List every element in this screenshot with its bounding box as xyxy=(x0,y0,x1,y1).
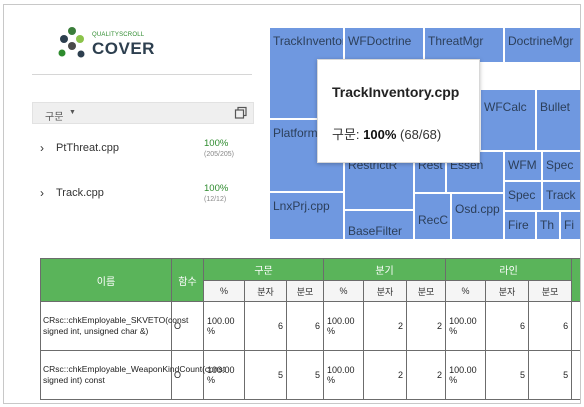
treemap-cell[interactable]: Track xyxy=(542,181,580,211)
column-header-overflow xyxy=(571,258,580,302)
coverage-table: 이름 함수 구문 분기 라인 % 분자 분모 % 분자 분모 % 분자 분모 C… xyxy=(40,258,580,400)
cell-line-numerator: 6 xyxy=(485,301,530,351)
treemap-cell[interactable]: Spec xyxy=(542,151,580,181)
file-coverage-count: (205/205) xyxy=(204,151,234,158)
sort-dropdown[interactable]: 구문 ▼ xyxy=(32,102,254,124)
cell-line-percent: 100.00 % xyxy=(445,301,487,351)
caret-down-icon: ▼ xyxy=(69,109,76,116)
chevron-right-icon[interactable]: › xyxy=(40,141,44,155)
chevron-right-icon[interactable]: › xyxy=(40,186,44,200)
cell-line-numerator: 5 xyxy=(485,350,530,400)
cell-branch-percent: 100.00 % xyxy=(323,301,365,351)
treemap-cell[interactable]: BaseFilter xyxy=(344,210,414,240)
coverage-report-panel: QUALITYSCROLL COVER 구문 ▼ › PtThreat.cpp … xyxy=(3,4,581,404)
treemap-cell[interactable]: Th xyxy=(536,211,560,240)
cell-line-denominator: 6 xyxy=(528,301,573,351)
subheader-statement-denominator[interactable]: 분모 xyxy=(285,280,325,302)
sort-dropdown-label: 구문 xyxy=(45,112,64,123)
subheader-branch-denominator[interactable]: 분모 xyxy=(406,280,447,302)
cell-overflow xyxy=(571,301,580,351)
treemap-cell[interactable]: LnxPrj.cpp xyxy=(269,192,344,240)
column-group-line: 라인 xyxy=(445,258,573,281)
tooltip-percent: 100% xyxy=(363,127,397,142)
subheader-branch-numerator[interactable]: 분자 xyxy=(363,280,408,302)
treemap-cell[interactable]: RecC xyxy=(414,193,451,240)
tooltip-label: 구문: xyxy=(332,127,360,142)
file-name: Track.cpp xyxy=(56,187,104,199)
file-coverage-percent: 100% xyxy=(204,138,229,149)
row-function-flag: O xyxy=(171,301,204,351)
tooltip-title: TrackInventory.cpp xyxy=(332,84,460,100)
row-function-name: CRsc::chkEmployable_WeaponKindCount(cons… xyxy=(40,350,225,400)
file-coverage-percent: 100% xyxy=(204,183,229,194)
treemap-cell[interactable]: ThreatMgr xyxy=(424,27,504,63)
tooltip-coverage: 구문: 100% (68/68) xyxy=(332,124,441,143)
logo-mark-icon xyxy=(58,27,85,58)
file-item-track[interactable]: › Track.cpp 100% (12/12) xyxy=(40,183,254,213)
logo-brand-text: QUALITYSCROLL xyxy=(92,32,145,38)
column-header-name[interactable]: 이름 xyxy=(40,258,172,302)
cell-branch-numerator: 2 xyxy=(363,350,408,400)
cell-statement-numerator: 5 xyxy=(244,350,287,400)
cell-statement-percent: 100.00 % xyxy=(203,301,245,351)
tooltip-count: (68/68) xyxy=(400,127,442,142)
subheader-statement-percent[interactable]: % xyxy=(203,280,245,302)
logo-divider xyxy=(32,74,252,75)
subheader-line-percent[interactable]: % xyxy=(445,280,487,302)
treemap-cell[interactable]: WFM xyxy=(504,151,542,181)
treemap-cell[interactable]: Osd.cpp xyxy=(451,193,504,240)
table-row[interactable]: CRsc::chkEmployable_WeaponKindCount(cons… xyxy=(40,350,580,400)
cell-line-percent: 100.00 % xyxy=(445,350,487,400)
treemap-cell[interactable]: Bullet xyxy=(536,89,580,151)
copy-icon[interactable] xyxy=(234,106,248,120)
file-coverage-count: (12/12) xyxy=(204,196,227,203)
cell-statement-percent: 100.00 % xyxy=(203,350,245,400)
subheader-statement-numerator[interactable]: 분자 xyxy=(244,280,287,302)
qualityscroll-cover-logo: QUALITYSCROLL COVER xyxy=(54,25,174,65)
cell-branch-denominator: 2 xyxy=(406,301,447,351)
treemap-cell[interactable]: Fi xyxy=(560,211,580,240)
treemap-cell[interactable]: WFCalc xyxy=(480,89,536,151)
row-function-name: CRsc::chkEmployable_SKVETO(const signed … xyxy=(40,301,188,351)
column-group-statement: 구문 xyxy=(202,258,325,281)
cell-branch-percent: 100.00 % xyxy=(323,350,365,400)
row-function-flag: O xyxy=(171,350,204,400)
treemap-cell[interactable]: Fire xyxy=(504,211,536,240)
cell-line-denominator: 5 xyxy=(528,350,573,400)
cell-statement-numerator: 6 xyxy=(244,301,287,351)
file-name: PtThreat.cpp xyxy=(56,142,119,154)
column-group-branch: 분기 xyxy=(323,258,447,281)
table-row[interactable]: CRsc::chkEmployable_SKVETO(const signed … xyxy=(40,301,580,351)
subheader-line-numerator[interactable]: 분자 xyxy=(485,280,530,302)
cell-branch-numerator: 2 xyxy=(363,301,408,351)
file-item-ptthreat[interactable]: › PtThreat.cpp 100% (205/205) xyxy=(40,138,254,168)
column-header-function[interactable]: 함수 xyxy=(171,258,204,302)
treemap-cell[interactable]: DoctrineMgr xyxy=(504,27,580,63)
logo-product-text: COVER xyxy=(92,39,155,58)
subheader-branch-percent[interactable]: % xyxy=(323,280,365,302)
cell-statement-denominator: 6 xyxy=(285,301,325,351)
treemap-cell[interactable]: Spec xyxy=(504,181,542,211)
cell-branch-denominator: 2 xyxy=(406,350,447,400)
treemap-cell[interactable]: WFDoctrine xyxy=(344,27,424,63)
treemap-tooltip: TrackInventory.cpp 구문: 100% (68/68) xyxy=(317,59,480,163)
cell-overflow xyxy=(571,350,580,400)
cell-statement-denominator: 5 xyxy=(285,350,325,400)
subheader-line-denominator[interactable]: 분모 xyxy=(528,280,573,302)
